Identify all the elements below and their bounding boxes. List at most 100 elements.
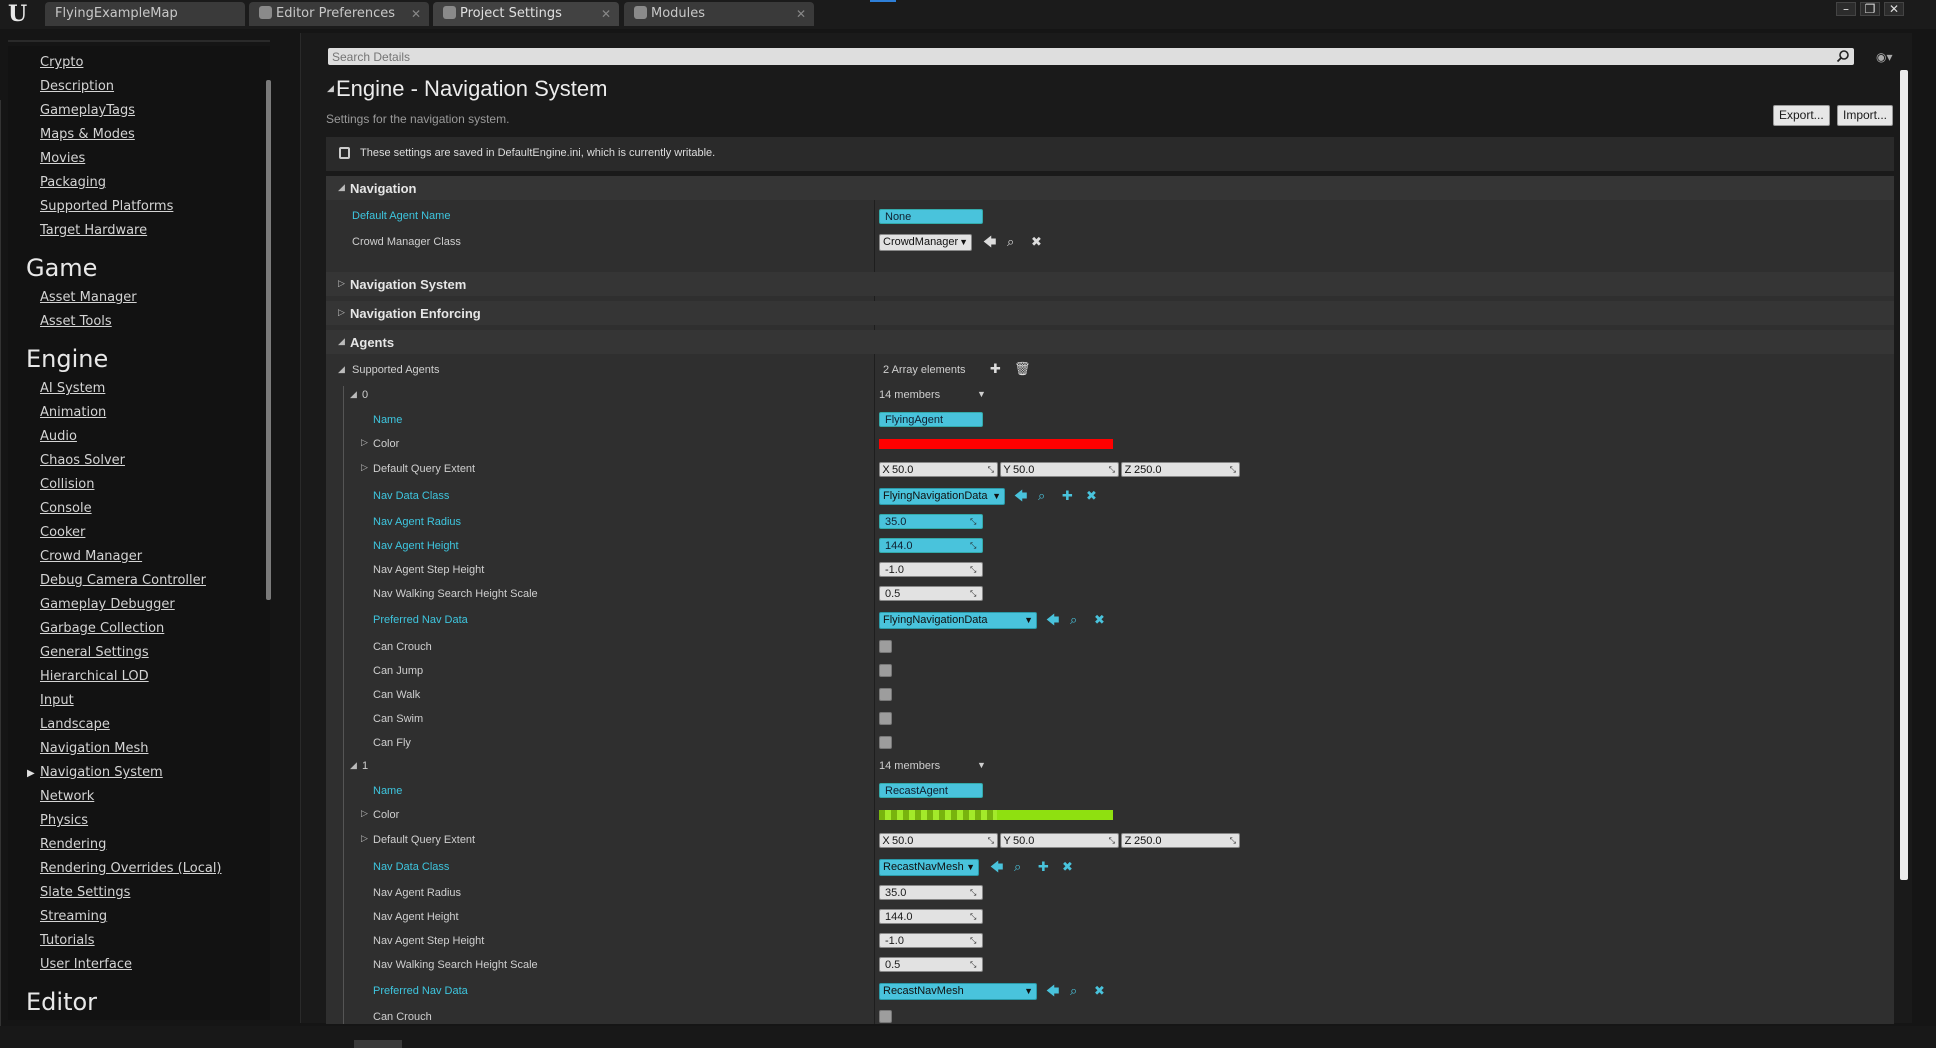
clear-icon[interactable]: ✖ xyxy=(1086,490,1097,503)
nav-agent-radius-field[interactable]: 35.0 ⤡ xyxy=(879,514,983,529)
name-field[interactable]: RecastAgent xyxy=(879,783,983,798)
sidebar-item-gameplaytags[interactable]: GameplayTags xyxy=(40,103,135,118)
sidebar-item-rendering[interactable]: Rendering xyxy=(40,837,106,852)
category-navigation-enforcing[interactable]: ▷ Navigation Enforcing xyxy=(326,301,1894,325)
close-icon[interactable]: ✕ xyxy=(796,2,806,26)
unreal-logo[interactable]: U xyxy=(8,2,34,26)
sidebar-item-streaming[interactable]: Streaming xyxy=(40,909,107,924)
clear-icon[interactable]: ✖ xyxy=(1062,861,1073,874)
details-scrollbar[interactable] xyxy=(1900,70,1908,880)
tab-project-settings[interactable]: Project Settings ✕ xyxy=(433,2,619,26)
sidebar-item-navigation-mesh[interactable]: Navigation Mesh xyxy=(40,741,148,756)
category-agents[interactable]: ◢ Agents xyxy=(326,330,1894,354)
browse-search-icon[interactable]: ⌕ xyxy=(1014,861,1021,874)
default-agent-name-field[interactable]: None xyxy=(879,209,983,224)
color-swatch[interactable] xyxy=(879,810,1113,820)
maximize-button[interactable]: ❐ xyxy=(1860,2,1880,16)
preferred-nav-data-dropdown[interactable]: RecastNavMesh ▼ xyxy=(879,983,1037,1000)
nav-agent-height-field[interactable]: 144.0 ⤡ xyxy=(879,538,983,553)
clear-icon[interactable]: ✖ xyxy=(1094,985,1105,998)
browse-search-icon[interactable]: ⌕ xyxy=(1070,614,1077,627)
tab-flying-example-map[interactable]: FlyingExampleMap xyxy=(45,2,245,26)
color-swatch[interactable] xyxy=(879,439,1113,449)
use-selected-arrow-icon[interactable]: 🡄 xyxy=(990,861,1003,874)
close-icon[interactable]: ✕ xyxy=(601,2,611,26)
clear-icon[interactable]: ✖ xyxy=(1094,614,1105,627)
sidebar-item-ai-system[interactable]: AI System xyxy=(40,381,105,396)
expanded-arrow-icon[interactable]: ◢ xyxy=(350,761,357,771)
extent-y-field[interactable]: Y 50.0 ⤡ xyxy=(1000,462,1119,477)
chevron-down-icon[interactable]: ▼ xyxy=(977,389,986,399)
sidebar-item-console[interactable]: Console xyxy=(40,501,92,516)
sidebar-item-animation[interactable]: Animation xyxy=(40,405,106,420)
sidebar-item-maps-modes[interactable]: Maps & Modes xyxy=(40,127,135,142)
chevron-down-icon[interactable]: ▼ xyxy=(977,760,986,770)
export-button[interactable]: Export... xyxy=(1773,105,1830,126)
nav-data-class-dropdown[interactable]: FlyingNavigationData ▼ xyxy=(879,488,1005,505)
nav-agent-radius-field[interactable]: 35.0 ⤡ xyxy=(879,885,983,900)
sidebar-item-movies[interactable]: Movies xyxy=(40,151,85,166)
sidebar-item-user-interface[interactable]: User Interface xyxy=(40,957,132,972)
expanded-arrow-icon[interactable]: ◢ xyxy=(350,390,357,400)
nav-agent-height-field[interactable]: 144.0 ⤡ xyxy=(879,909,983,924)
sidebar-item-tutorials[interactable]: Tutorials xyxy=(40,933,95,948)
extent-z-field[interactable]: Z 250.0 ⤡ xyxy=(1121,462,1240,477)
sidebar-item-hierarchical-lod[interactable]: Hierarchical LOD xyxy=(40,669,149,684)
can-jump-checkbox[interactable] xyxy=(879,664,892,677)
tab-modules[interactable]: Modules ✕ xyxy=(624,2,814,26)
close-icon[interactable]: ✕ xyxy=(411,2,421,26)
can-swim-checkbox[interactable] xyxy=(879,712,892,725)
sidebar-item-landscape[interactable]: Landscape xyxy=(40,717,110,732)
nav-data-class-dropdown[interactable]: RecastNavMesh ▼ xyxy=(879,859,979,876)
use-selected-arrow-icon[interactable]: 🡄 xyxy=(1014,490,1027,503)
extent-y-field[interactable]: Y 50.0 ⤡ xyxy=(1000,833,1119,848)
nav-agent-step-height-field[interactable]: -1.0 ⤡ xyxy=(879,562,983,577)
can-crouch-checkbox[interactable] xyxy=(879,640,892,653)
sidebar-item-target-hardware[interactable]: Target Hardware xyxy=(40,223,147,238)
name-field[interactable]: FlyingAgent xyxy=(879,412,983,427)
category-navigation-system[interactable]: ▷ Navigation System xyxy=(326,272,1894,296)
collapsed-arrow-icon[interactable]: ▷ xyxy=(361,834,368,844)
sidebar-item-collision[interactable]: Collision xyxy=(40,477,94,492)
sidebar-item-slate-settings[interactable]: Slate Settings xyxy=(40,885,130,900)
nav-walking-search-height-scale-field[interactable]: 0.5 ⤡ xyxy=(879,957,983,972)
search-input[interactable] xyxy=(332,48,1812,65)
collapsed-arrow-icon[interactable]: ▷ xyxy=(361,463,368,473)
sidebar-item-debug-camera-controller[interactable]: Debug Camera Controller xyxy=(40,573,206,588)
extent-x-field[interactable]: X 50.0 ⤡ xyxy=(879,833,998,848)
collapse-arrow-icon[interactable]: ◢ xyxy=(327,84,334,94)
use-selected-arrow-icon[interactable]: 🡄 xyxy=(1046,985,1059,998)
sidebar-item-asset-tools[interactable]: Asset Tools xyxy=(40,314,112,329)
sidebar-item-crypto[interactable]: Crypto xyxy=(40,55,83,70)
import-button[interactable]: Import... xyxy=(1837,105,1894,126)
search-icon[interactable] xyxy=(1836,49,1850,63)
sidebar-item-audio[interactable]: Audio xyxy=(40,429,77,444)
delete-all-icon[interactable]: 🗑 xyxy=(1014,363,1031,376)
use-selected-arrow-icon[interactable]: 🡄 xyxy=(983,236,996,249)
can-crouch-checkbox[interactable] xyxy=(879,1010,892,1023)
sidebar-item-gameplay-debugger[interactable]: Gameplay Debugger xyxy=(40,597,175,612)
sidebar-item-description[interactable]: Description xyxy=(40,79,114,94)
tab-editor-preferences[interactable]: Editor Preferences ✕ xyxy=(249,2,429,26)
sidebar-item-input[interactable]: Input xyxy=(40,693,74,708)
eye-icon[interactable]: ◉▾ xyxy=(1876,50,1893,64)
nav-agent-step-height-field[interactable]: -1.0 ⤡ xyxy=(879,933,983,948)
add-icon[interactable]: ✚ xyxy=(1062,490,1073,503)
nav-walking-search-height-scale-field[interactable]: 0.5 ⤡ xyxy=(879,586,983,601)
expanded-arrow-icon[interactable]: ◢ xyxy=(338,365,345,375)
sidebar-item-cooker[interactable]: Cooker xyxy=(40,525,85,540)
add-icon[interactable]: ✚ xyxy=(1038,861,1049,874)
sidebar-item-general-settings[interactable]: General Settings xyxy=(40,645,149,660)
sidebar-item-physics[interactable]: Physics xyxy=(40,813,88,828)
use-selected-arrow-icon[interactable]: 🡄 xyxy=(1046,614,1059,627)
crowd-manager-class-dropdown[interactable]: CrowdManager ▼ xyxy=(879,234,972,251)
sidebar-item-rendering-overrides[interactable]: Rendering Overrides (Local) xyxy=(40,861,222,876)
extent-z-field[interactable]: Z 250.0 ⤡ xyxy=(1121,833,1240,848)
sidebar-item-chaos-solver[interactable]: Chaos Solver xyxy=(40,453,125,468)
browse-search-icon[interactable]: ⌕ xyxy=(1038,490,1045,503)
browse-search-icon[interactable]: ⌕ xyxy=(1070,985,1077,998)
category-navigation[interactable]: ◢ Navigation xyxy=(326,176,1894,200)
sidebar-item-navigation-system[interactable]: Navigation System xyxy=(40,765,163,780)
sidebar-item-supported-platforms[interactable]: Supported Platforms xyxy=(40,199,173,214)
sidebar-item-garbage-collection[interactable]: Garbage Collection xyxy=(40,621,164,636)
